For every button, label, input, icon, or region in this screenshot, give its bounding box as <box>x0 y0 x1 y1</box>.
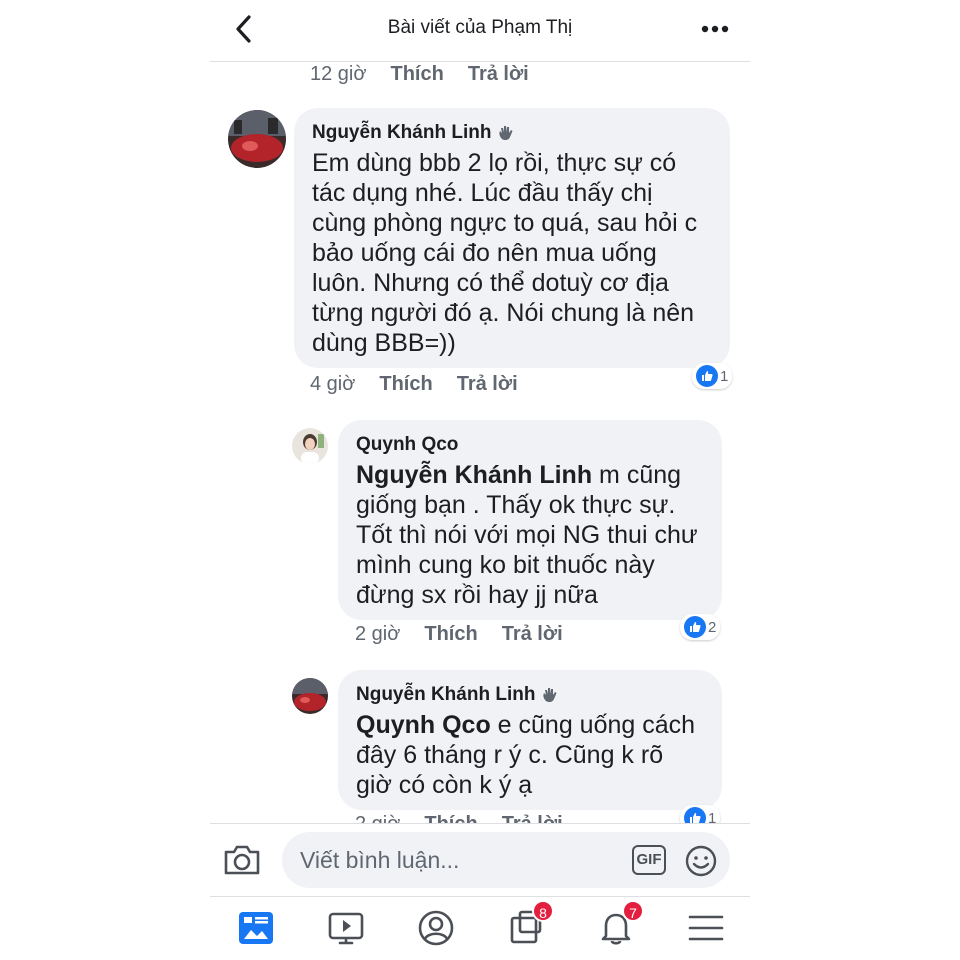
avatar[interactable] <box>228 110 286 168</box>
camera-button[interactable] <box>222 842 262 878</box>
like-link[interactable]: Thích <box>424 813 477 823</box>
video-play-icon <box>328 912 364 945</box>
tab-watch[interactable] <box>326 908 366 948</box>
comment-text: Quynh Qco e cũng uống cách đây 6 tháng r… <box>356 711 696 799</box>
comment-meta: 2 giờ Thích Trả lời <box>355 813 563 823</box>
notification-badge: 8 <box>532 900 554 922</box>
like-link[interactable]: Thích <box>390 63 443 86</box>
news-feed-icon <box>239 912 273 944</box>
comment-composer: Viết bình luận... GIF <box>210 823 750 897</box>
hamburger-menu-icon <box>688 915 724 941</box>
phone-screen: Bài viết của Phạm Thị 12 giờ Thích Trả l… <box>210 0 750 960</box>
comment-author[interactable]: Quynh Qco <box>356 434 704 456</box>
comment-bubble[interactable]: Nguyễn Khánh Linh Quynh Qco e cũng uống … <box>338 670 722 810</box>
tab-profile[interactable] <box>416 908 456 948</box>
comment-author[interactable]: Nguyễn Khánh Linh <box>356 684 704 706</box>
more-options-button[interactable] <box>700 20 730 38</box>
previous-comment-meta: 12 giờ Thích Trả lời <box>310 63 529 86</box>
comment-bubble[interactable]: Nguyễn Khánh Linh Em dùng bbb 2 lọ rồi, … <box>294 108 730 368</box>
reaction-count: 1 <box>708 809 717 824</box>
page-title: Bài viết của Phạm Thị <box>387 17 573 38</box>
tab-news-feed[interactable] <box>236 908 276 948</box>
reply-link[interactable]: Trả lời <box>457 373 518 396</box>
comment-placeholder: Viết bình luận... <box>300 847 460 873</box>
profile-icon <box>418 910 454 946</box>
bottom-tab-bar: 8 7 <box>210 898 750 960</box>
reply-link[interactable]: Trả lời <box>502 813 563 823</box>
comment-meta: 4 giờ Thích Trả lời <box>310 373 518 396</box>
mention-link[interactable]: Quynh Qco <box>356 711 491 739</box>
comment-bubble[interactable]: Quynh Qco Nguyễn Khánh Linh m cũng giống… <box>338 420 722 620</box>
reply-link[interactable]: Trả lời <box>468 63 529 86</box>
reaction-count: 1 <box>720 367 729 385</box>
reaction-summary[interactable]: 2 <box>680 614 721 640</box>
reply-link[interactable]: Trả lời <box>502 623 563 646</box>
comment-time: 4 giờ <box>310 373 356 395</box>
tab-menu[interactable] <box>686 908 726 948</box>
reaction-summary[interactable]: 1 <box>692 363 733 389</box>
comment-text: Nguyễn Khánh Linh m cũng giống bạn . Thấ… <box>356 461 698 609</box>
reaction-count: 2 <box>708 618 717 636</box>
comment-author[interactable]: Nguyễn Khánh Linh <box>312 122 712 144</box>
comment-input[interactable]: Viết bình luận... GIF <box>282 832 730 888</box>
top-header: Bài viết của Phạm Thị <box>210 0 750 62</box>
wave-hand-icon <box>543 688 557 703</box>
wave-hand-icon <box>499 126 513 141</box>
gif-button[interactable]: GIF <box>632 845 666 875</box>
comment-time: 2 giờ <box>355 623 401 645</box>
thumbs-up-icon <box>684 807 706 823</box>
avatar-photo-icon <box>228 110 286 168</box>
emoji-button[interactable] <box>684 844 718 878</box>
mention-link[interactable]: Nguyễn Khánh Linh <box>356 461 592 489</box>
avatar[interactable] <box>292 428 328 464</box>
more-dots-icon <box>701 25 729 33</box>
thumbs-up-icon <box>696 365 718 387</box>
reaction-summary[interactable]: 1 <box>680 805 721 824</box>
like-link[interactable]: Thích <box>424 623 477 646</box>
avatar-photo-icon <box>292 678 328 714</box>
thumbs-up-icon <box>684 616 706 638</box>
comment-meta: 2 giờ Thích Trả lời <box>355 623 563 646</box>
tab-notifications[interactable]: 7 <box>596 900 644 948</box>
comment-thread[interactable]: 12 giờ Thích Trả lời Nguyễn Khánh Linh E… <box>210 63 750 823</box>
avatar[interactable] <box>292 678 328 714</box>
comment-time: 12 giờ <box>310 63 367 85</box>
like-link[interactable]: Thích <box>379 373 432 396</box>
smiley-icon <box>685 845 717 877</box>
camera-icon <box>224 845 260 875</box>
comment-time: 2 giờ <box>355 813 400 823</box>
comment-text: Em dùng bbb 2 lọ rồi, thực sự có tác dụn… <box>312 149 698 357</box>
tab-groups[interactable]: 8 <box>506 900 554 948</box>
notification-badge: 7 <box>622 900 644 922</box>
avatar-photo-icon <box>292 428 328 464</box>
